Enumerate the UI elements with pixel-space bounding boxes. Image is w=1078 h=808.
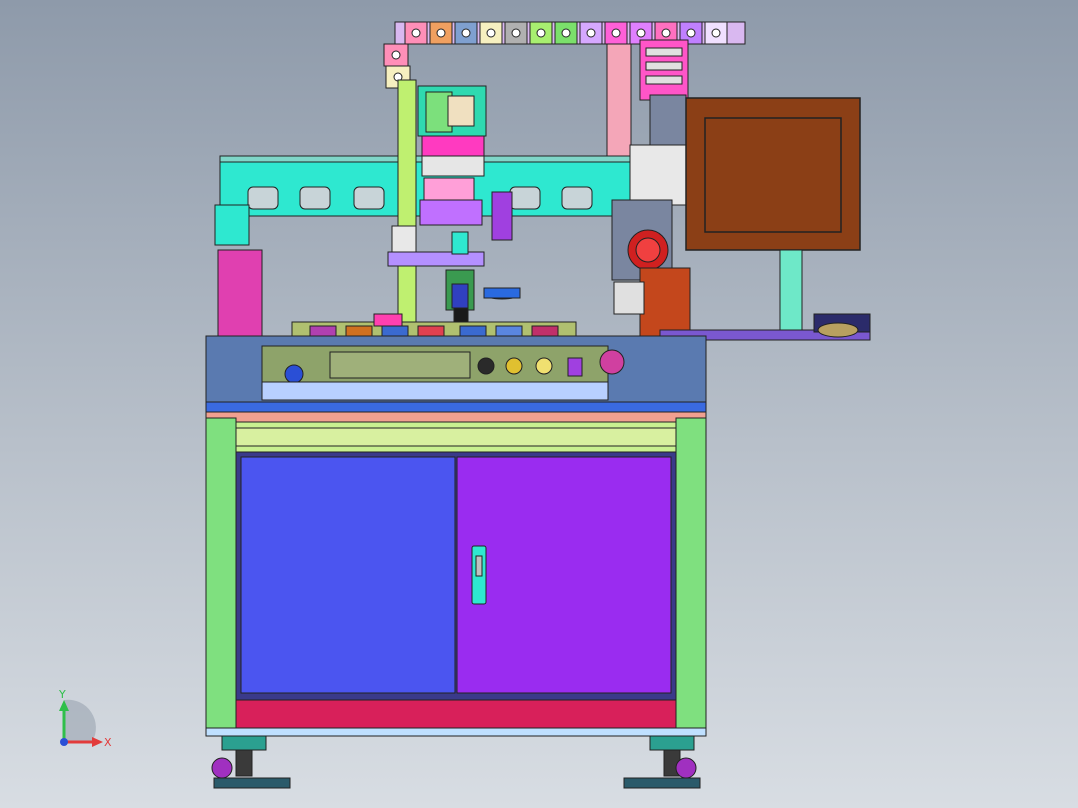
z-axis-dot (60, 738, 68, 746)
monitor (685, 97, 861, 335)
triad-quadrant (64, 699, 96, 742)
coordinate-triad: Y X (58, 688, 112, 749)
feet (211, 735, 701, 789)
cabinet (205, 451, 707, 737)
x-axis-label: X (104, 736, 112, 749)
y-axis-label: Y (58, 688, 66, 701)
cable-chain (383, 21, 746, 89)
cad-viewport[interactable]: Y X (0, 0, 1078, 808)
z-axis-head (387, 79, 521, 341)
worktable (291, 313, 577, 339)
x-axis-arrowhead (92, 737, 103, 747)
machine-assembly-drawing: Y X (58, 21, 871, 789)
chain-support-post (606, 39, 689, 157)
left-column (214, 204, 263, 341)
